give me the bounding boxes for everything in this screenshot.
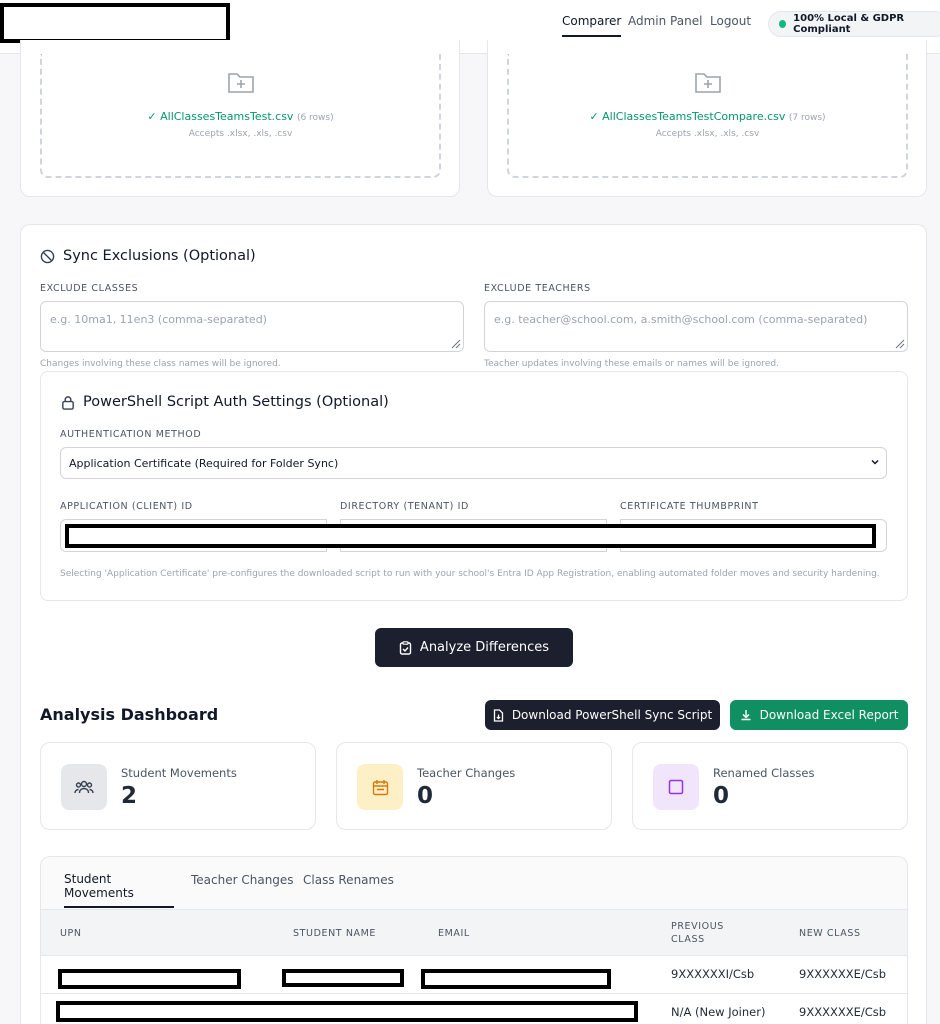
upload-card-2: ✓ AllClassesTeamsTestCompare.csv (7 rows… [487, 40, 927, 197]
row-new-class: 9XXXXXXE/Csb [799, 967, 887, 981]
dashboard-title: Analysis Dashboard [40, 705, 219, 724]
client-id-label: APPLICATION (CLIENT) ID [60, 501, 193, 512]
lock-icon [62, 395, 74, 410]
resize-grip-icon[interactable] [895, 339, 905, 349]
download-icon [741, 710, 751, 721]
accepts-hint-1: Accepts .xlsx, .xls, .csv [188, 129, 293, 139]
auth-method-select[interactable]: Application Certificate (Required for Fo… [60, 447, 887, 479]
users-icon-box [61, 764, 107, 810]
nav-logout[interactable]: Logout [710, 14, 751, 28]
gdpr-badge-label: 100% Local & GDPR Compliant [793, 13, 905, 35]
exclude-classes-field[interactable]: e.g. 10ma1, 11en3 (comma-separated) [40, 301, 464, 352]
col-new-class: NEW CLASS [799, 928, 861, 939]
chevron-down-icon [871, 459, 879, 465]
clipboard-check-icon [399, 640, 412, 655]
col-student-name: STUDENT NAME [293, 928, 377, 939]
uploaded-file-1: ✓ AllClassesTeamsTest.csv (6 rows) [147, 110, 334, 123]
row-divider [41, 993, 907, 994]
gdpr-badge: 100% Local & GDPR Compliant [768, 11, 940, 37]
download-powershell-button[interactable]: Download PowerShell Sync Script [485, 700, 720, 730]
exclude-teachers-label: EXCLUDE TEACHERS [484, 283, 591, 294]
tab-student-movements[interactable]: Student Movements [64, 872, 174, 908]
table-header [41, 909, 907, 956]
redacted-upn [58, 969, 241, 989]
dropzone-1[interactable]: ✓ AllClassesTeamsTest.csv (6 rows) Accep… [40, 54, 441, 178]
tab-teacher-changes[interactable]: Teacher Changes [191, 873, 294, 887]
stat-teacher-changes: Teacher Changes 0 [336, 742, 612, 830]
square-icon [668, 779, 684, 795]
folder-plus-icon [694, 73, 721, 93]
users-icon [74, 780, 94, 794]
exclude-teachers-field[interactable]: e.g. teacher@school.com, a.smith@school.… [484, 301, 908, 352]
stat-value: 0 [713, 783, 730, 809]
upload-card-1: ✓ AllClassesTeamsTest.csv (6 rows) Accep… [20, 40, 460, 197]
accepts-hint-2: Accepts .xlsx, .xls, .csv [655, 129, 760, 139]
square-icon-box [653, 764, 699, 810]
analyze-differences-button[interactable]: Analyze Differences [375, 628, 573, 667]
uploaded-file-2: ✓ AllClassesTeamsTestCompare.csv (7 rows… [589, 110, 826, 123]
redacted-logo [0, 3, 230, 43]
download-excel-button[interactable]: Download Excel Report [730, 700, 908, 730]
stat-value: 2 [121, 783, 138, 809]
col-email: EMAIL [438, 928, 470, 939]
thumbprint-label: CERTIFICATE THUMBPRINT [620, 501, 759, 512]
file-download-icon [493, 708, 503, 722]
auth-help-text: Selecting 'Application Certificate' pre-… [60, 569, 880, 579]
redacted-name [282, 969, 404, 987]
stat-label: Teacher Changes [417, 766, 516, 780]
auth-settings-title: PowerShell Script Auth Settings (Optiona… [61, 394, 389, 410]
col-upn: UPN [60, 928, 82, 939]
folder-plus-icon [227, 73, 254, 93]
stat-student-movements: Student Movements 2 [40, 742, 316, 830]
calendar-icon-box [357, 764, 403, 810]
stat-label: Renamed Classes [713, 766, 815, 780]
redacted-row-2 [56, 1001, 638, 1022]
resize-grip-icon[interactable] [451, 339, 461, 349]
nav-comparer[interactable]: Comparer [562, 14, 622, 37]
dropzone-2[interactable]: ✓ AllClassesTeamsTestCompare.csv (7 rows… [507, 54, 908, 178]
nav-admin-panel[interactable]: Admin Panel [628, 14, 702, 28]
tenant-id-label: DIRECTORY (TENANT) ID [340, 501, 469, 512]
exclude-teachers-help: Teacher updates involving these emails o… [484, 359, 779, 369]
redacted-ids [65, 524, 876, 548]
exclusions-title: Sync Exclusions (Optional) [40, 248, 256, 264]
tab-class-renames[interactable]: Class Renames [303, 873, 394, 887]
stat-label: Student Movements [121, 766, 237, 780]
redacted-email [421, 969, 611, 989]
row-new-class: 9XXXXXXE/Csb [799, 1005, 887, 1019]
ban-icon [40, 249, 55, 263]
stat-value: 0 [417, 783, 434, 809]
row-previous-class: 9XXXXXXI/Csb [671, 967, 755, 981]
stat-renamed-classes: Renamed Classes 0 [632, 742, 908, 830]
calendar-icon [372, 779, 388, 795]
auth-method-label: AUTHENTICATION METHOD [60, 429, 202, 440]
exclude-classes-help: Changes involving these class names will… [40, 359, 281, 369]
status-dot-icon [779, 20, 787, 28]
row-previous-class: N/A (New Joiner) [671, 1005, 766, 1019]
exclude-classes-label: EXCLUDE CLASSES [40, 283, 139, 294]
col-previous-class: PREVIOUS CLASS [671, 921, 724, 945]
